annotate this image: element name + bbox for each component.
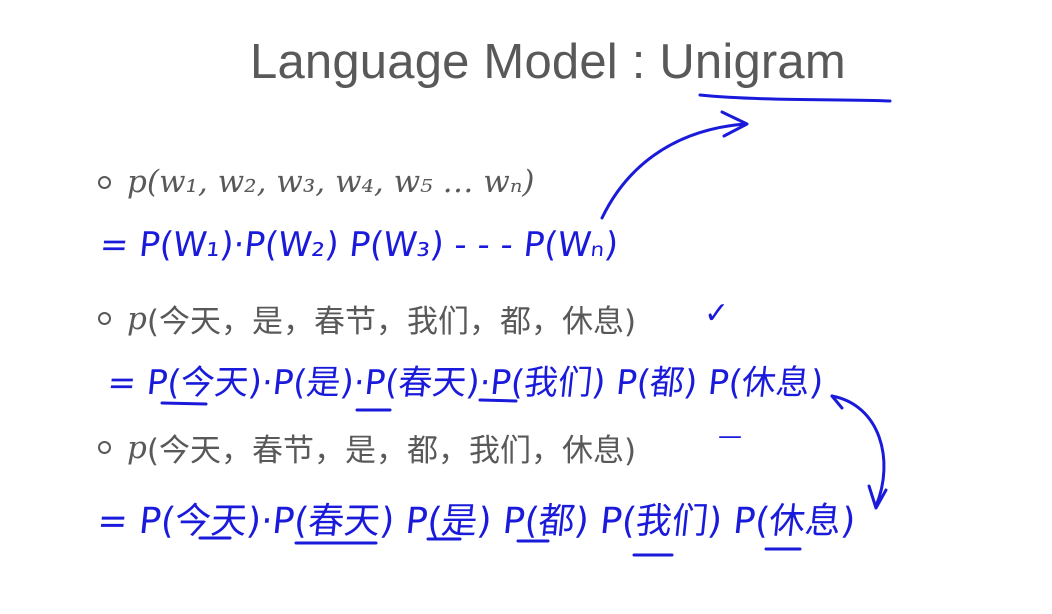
reorder-arrow-tail-stroke	[830, 394, 844, 410]
reorder-arrow-stroke	[830, 394, 886, 508]
slide-title: Language Model : Unigram	[250, 35, 846, 89]
arrow-head-reorder-icon	[867, 484, 888, 510]
bullet-circle-icon	[98, 312, 111, 325]
bullet-circle-icon	[98, 175, 111, 189]
check-mark-icon: ✓	[704, 296, 730, 331]
handwritten-expansion-1: = P(W₁)·P(W₂) P(W₃) - - - P(Wₙ)	[97, 225, 621, 265]
bullet-math-prefix: p(	[127, 164, 159, 200]
bullet-math-prefix: p	[127, 300, 147, 337]
handwritten-expansion-2: = P(今天)·P(是)·P(春天)·P(我们) P(都) P(休息)	[105, 363, 826, 403]
slide: Language Model : Unigram p( w₁, w₂, w₃, …	[0, 0, 1052, 614]
arrow-head-title-icon	[720, 110, 749, 138]
handwritten-expansion-3: = P(今天)·P(春天) P(是) P(都) P(我们) P(休息)	[95, 501, 858, 542]
bullet-text: (今天，是，春节，我们，都，休息)	[146, 304, 637, 340]
dash-mark-icon: —	[718, 422, 742, 450]
bullet-text: (今天，春节，是，都，我们，休息)	[146, 433, 637, 469]
bullet-item-joint-probability: p( w₁, w₂, w₃, w₄, w₅ … wₙ)	[98, 164, 535, 200]
bullet-item-sentence-2: p (今天，春节，是，都，我们，休息)	[98, 425, 636, 470]
bullet-circle-icon	[98, 441, 111, 454]
arrow-to-title-stroke	[600, 122, 747, 220]
bullet-text: w₁, w₂, w₃, w₄, w₅ … wₙ)	[158, 164, 535, 200]
title-underline-stroke	[698, 93, 892, 103]
bullet-math-prefix: p	[127, 429, 147, 466]
bullet-item-sentence-1: p (今天，是，春节，我们，都，休息)	[98, 296, 636, 341]
